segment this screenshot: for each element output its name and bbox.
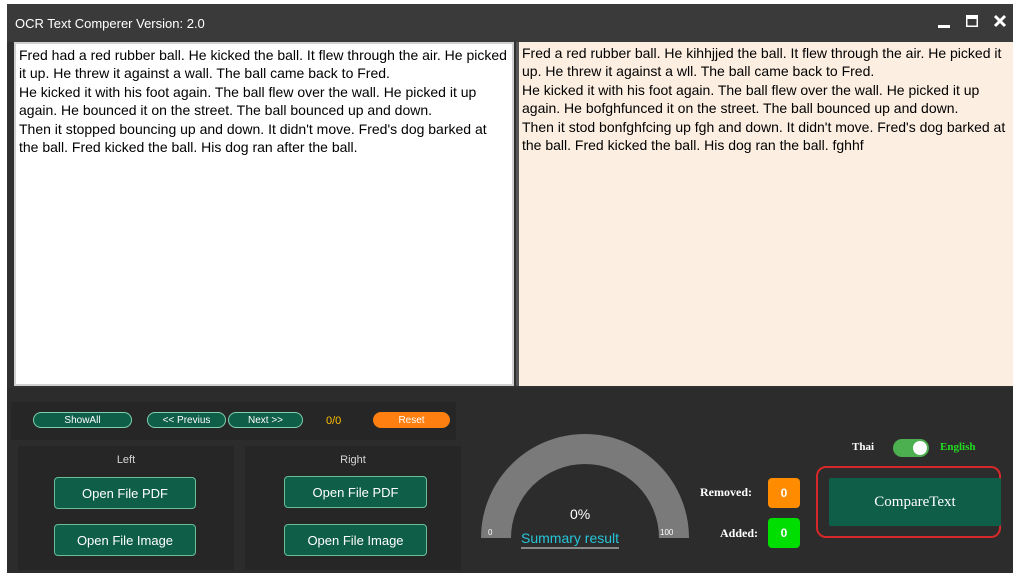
right-open-image-button[interactable]: Open File Image [284,524,427,556]
right-panel-label: Right [340,454,366,466]
left-open-pdf-button[interactable]: Open File PDF [54,477,196,509]
gauge-max-label: 100 [660,528,674,537]
show-all-button[interactable]: ShowAll [33,412,132,428]
minimize-icon[interactable] [935,12,953,30]
gauge-min-label: 0 [488,528,493,537]
added-label: Added: [720,526,759,540]
close-icon[interactable] [991,12,1009,30]
left-open-image-button[interactable]: Open File Image [54,524,196,556]
toggle-knob [913,441,927,455]
diff-counter: 0/0 [326,415,342,427]
added-count: 0 [768,518,800,548]
thai-label: Thai [852,441,875,453]
right-text-editor[interactable]: Fred a red rubber ball. He kihhjjed the … [516,42,1013,386]
title-bar[interactable]: OCR Text Comperer Version: 2.0 [7,4,1013,42]
next-button[interactable]: Next >> [228,412,303,428]
removed-count: 0 [768,478,800,508]
reset-button[interactable]: Reset [373,412,450,428]
window-title: OCR Text Comperer Version: 2.0 [15,16,205,31]
left-text-editor[interactable]: Fred had a red rubber ball. He kicked th… [14,42,514,386]
left-panel-label: Left [116,454,136,466]
maximize-icon[interactable] [963,12,981,30]
summary-result-label: Summary result [521,530,620,549]
gauge-percent: 0% [570,506,591,522]
gauge-track [481,434,689,539]
window-controls [935,12,1009,30]
compare-text-button[interactable]: CompareText [829,478,1001,526]
language-toggle[interactable] [893,439,929,457]
english-label: English [940,441,976,453]
right-open-pdf-button[interactable]: Open File PDF [284,476,427,508]
removed-label: Removed: [700,485,752,499]
previous-button[interactable]: << Previus [147,412,226,428]
